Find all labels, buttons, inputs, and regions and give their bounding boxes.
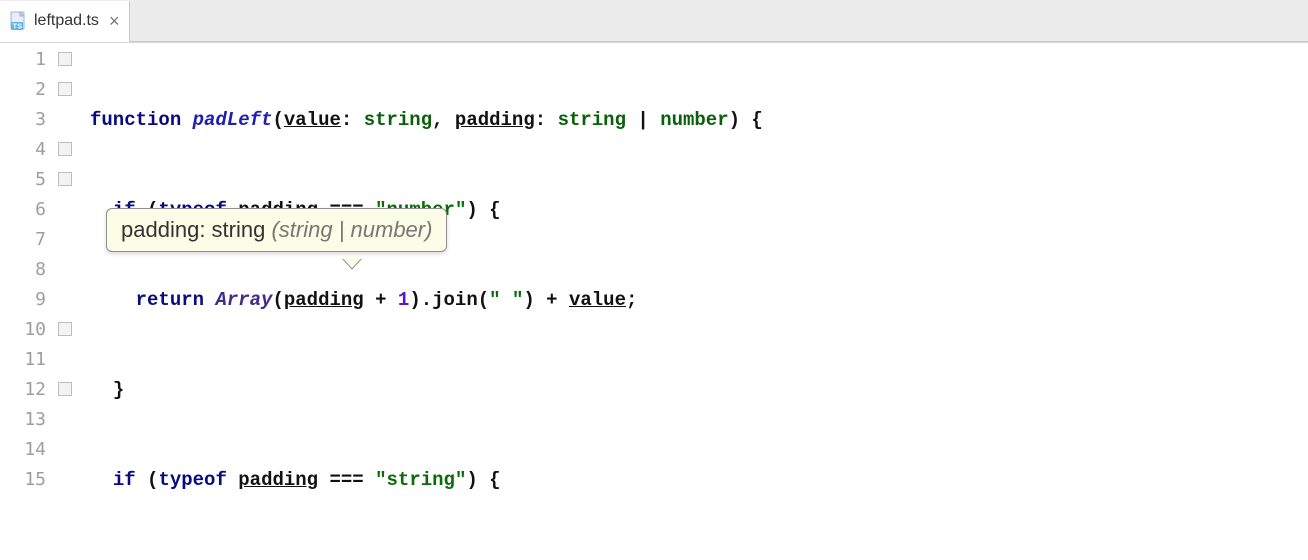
line-number: 9 [0,285,46,315]
line-number: 14 [0,435,46,465]
tab-filename: leftpad.ts [34,12,99,30]
line-number: 1 [0,45,46,75]
fold-toggle-icon[interactable] [58,52,72,66]
typescript-file-icon: TS [8,11,28,31]
line-number: 4 [0,135,46,165]
tooltip-arrow-icon [342,250,362,262]
fold-toggle-icon[interactable] [58,322,72,336]
line-number: 13 [0,405,46,435]
svg-text:TS: TS [13,22,23,31]
code-line: if (typeof padding === "string") { [90,465,1308,495]
fold-toggle-icon[interactable] [58,382,72,396]
source-code[interactable]: function padLeft(value: string, padding:… [84,43,1308,560]
line-number-gutter: 123456789101112131415 [0,43,58,560]
fold-toggle-icon[interactable] [58,82,72,96]
line-number: 3 [0,105,46,135]
code-line: function padLeft(value: string, padding:… [90,105,1308,135]
code-line: return Array(padding + 1).join(" ") + va… [90,285,1308,315]
fold-toggle-icon[interactable] [58,142,72,156]
fold-gutter [58,43,84,560]
line-number: 15 [0,465,46,495]
line-number: 12 [0,375,46,405]
tab-bar: TS leftpad.ts × [0,0,1308,42]
line-number: 5 [0,165,46,195]
line-number: 8 [0,255,46,285]
code-line: } [90,375,1308,405]
line-number: 6 [0,195,46,225]
line-number: 11 [0,345,46,375]
fold-toggle-icon[interactable] [58,172,72,186]
line-number: 2 [0,75,46,105]
line-number: 7 [0,225,46,255]
type-hover-tooltip: padding: string (string | number) [106,208,447,252]
tab-close-icon[interactable]: × [109,11,120,32]
code-area[interactable]: function padLeft(value: string, padding:… [84,43,1308,560]
editor-tab[interactable]: TS leftpad.ts × [0,1,130,42]
code-line [90,555,1308,560]
line-number: 10 [0,315,46,345]
editor-body: 123456789101112131415 function padLeft(v… [0,42,1308,560]
